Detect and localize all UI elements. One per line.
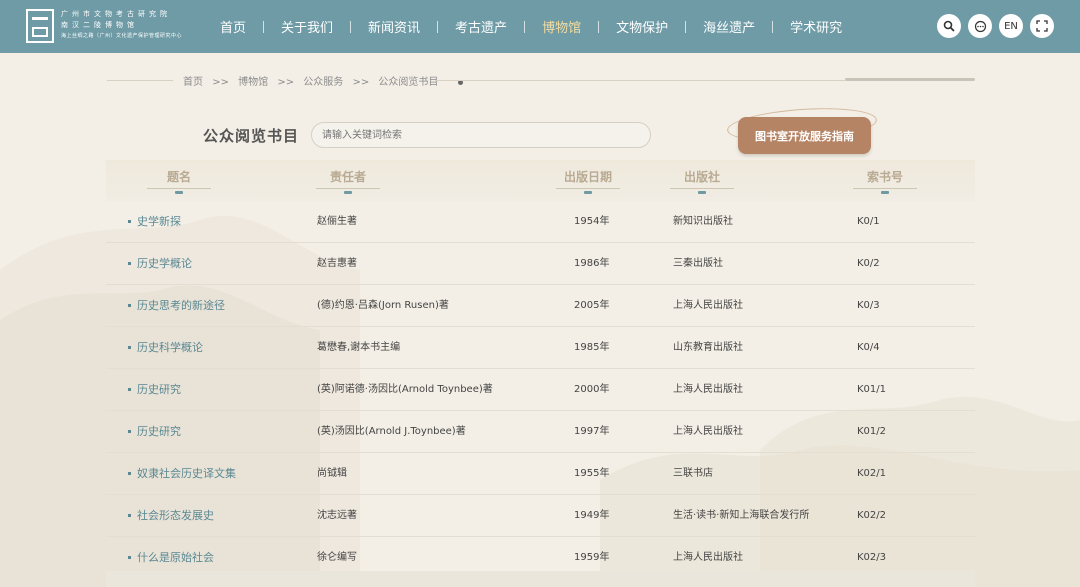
book-publisher: 山东教育出版社 xyxy=(673,342,743,353)
book-title-link[interactable]: 历史研究 xyxy=(128,411,181,452)
table-row: 历史研究 (英)汤因比(Arnold J.Toynbee)著 1997年 上海人… xyxy=(106,411,975,453)
column-header-author[interactable]: 责任者 xyxy=(316,168,380,194)
book-author: 赵俪生著 xyxy=(317,216,357,227)
column-header-label: 出版社 xyxy=(683,170,720,184)
main-nav: 首页 关于我们 新闻资讯 考古遗产 博物馆 文物保护 海丝遗产 学术研究 xyxy=(203,0,859,53)
breadcrumb: 首页 >> 博物馆 >> 公众服务 >> 公众阅览书目 xyxy=(183,73,469,88)
book-publisher: 生活·读书·新知上海联合发行所 xyxy=(673,510,810,521)
nav-item-news[interactable]: 新闻资讯 xyxy=(351,17,437,36)
search-icon[interactable] xyxy=(937,14,961,38)
book-title-link[interactable]: 社会形态发展史 xyxy=(128,495,214,536)
breadcrumb-home[interactable]: 首页 xyxy=(183,77,203,88)
table-row: 历史科学概论 葛懋春,谢本书主编 1985年 山东教育出版社 K0/4 xyxy=(106,327,975,369)
column-header-date[interactable]: 出版日期 xyxy=(556,168,620,194)
book-author: (德)约恩·吕森(Jorn Rusen)著 xyxy=(317,300,449,311)
nav-item-conservation[interactable]: 文物保护 xyxy=(599,17,685,36)
book-date: 1955年 xyxy=(574,468,610,479)
table-row: 历史思考的新途径 (德)约恩·吕森(Jorn Rusen)著 2005年 上海人… xyxy=(106,285,975,327)
library-guide-button[interactable]: 图书室开放服务指南 xyxy=(738,117,871,154)
table-row: 史学新探 赵俪生著 1954年 新知识出版社 K0/1 xyxy=(106,201,975,243)
breadcrumb-current: 公众阅览书目 xyxy=(378,77,439,88)
book-call-number: K01/1 xyxy=(857,384,887,395)
book-title-link[interactable]: 奴隶社会历史译文集 xyxy=(128,453,236,494)
nav-item-about[interactable]: 关于我们 xyxy=(264,17,350,36)
breadcrumb-museum[interactable]: 博物馆 xyxy=(238,77,268,88)
book-title-link[interactable]: 历史学概论 xyxy=(128,243,192,284)
book-publisher: 上海人民出版社 xyxy=(673,384,743,395)
breadcrumb-public-service[interactable]: 公众服务 xyxy=(303,77,343,88)
header-tools: EN xyxy=(937,14,1054,38)
column-header-label: 出版日期 xyxy=(563,170,612,184)
page-title: 公众阅览书目 xyxy=(203,127,300,145)
breadcrumb-sep: >> xyxy=(212,77,229,88)
column-header-label: 题名 xyxy=(166,170,191,184)
book-title-link[interactable]: 史学新探 xyxy=(128,201,181,242)
book-date: 1986年 xyxy=(574,258,610,269)
breadcrumb-sep: >> xyxy=(352,77,370,88)
book-call-number: K0/3 xyxy=(857,300,880,311)
book-call-number: K01/2 xyxy=(857,426,887,437)
table-row: 历史研究 (英)阿诺德·汤因比(Arnold Toynbee)著 2000年 上… xyxy=(106,369,975,411)
book-author: 尚钺辑 xyxy=(317,468,347,479)
book-date: 2000年 xyxy=(574,384,610,395)
book-call-number: K02/2 xyxy=(857,510,887,521)
breadcrumb-accent-bar xyxy=(845,78,975,81)
column-header-label: 索书号 xyxy=(866,170,903,184)
fullscreen-icon[interactable] xyxy=(1030,14,1054,38)
book-call-number: K0/2 xyxy=(857,258,880,269)
book-author: 葛懋春,谢本书主编 xyxy=(317,342,401,353)
search-input[interactable] xyxy=(311,122,651,148)
book-title-link[interactable]: 历史科学概论 xyxy=(128,327,203,368)
book-call-number: K02/1 xyxy=(857,468,887,479)
table-footer-bar xyxy=(106,571,975,587)
book-author: (英)汤因比(Arnold J.Toynbee)著 xyxy=(317,426,466,437)
book-date: 1949年 xyxy=(574,510,610,521)
book-call-number: K0/4 xyxy=(857,342,880,353)
chat-icon[interactable] xyxy=(968,14,992,38)
book-author: 沈志远著 xyxy=(317,510,357,521)
nav-item-museum[interactable]: 博物馆 xyxy=(525,17,598,36)
column-header-label: 责任者 xyxy=(329,170,366,184)
table-row: 奴隶社会历史译文集 尚钺辑 1955年 三联书店 K02/1 xyxy=(106,453,975,495)
breadcrumb-divider xyxy=(107,80,173,81)
table-row: 社会形态发展史 沈志远著 1949年 生活·读书·新知上海联合发行所 K02/2 xyxy=(106,495,975,537)
book-publisher: 上海人民出版社 xyxy=(673,300,743,311)
book-publisher: 上海人民出版社 xyxy=(673,426,743,437)
nav-item-research[interactable]: 学术研究 xyxy=(773,17,859,36)
book-author: 赵吉惠著 xyxy=(317,258,357,269)
book-publisher: 三联书店 xyxy=(673,468,713,479)
book-title-link[interactable]: 历史思考的新途径 xyxy=(128,285,225,326)
breadcrumb-divider xyxy=(435,80,845,81)
book-publisher: 新知识出版社 xyxy=(673,216,733,227)
book-date: 2005年 xyxy=(574,300,610,311)
site-header: 广州市文物考古研究院 南汉二陵博物馆 海上丝绸之路（广州）文化遗产保护管理研究中… xyxy=(0,0,1080,53)
table-row: 历史学概论 赵吉惠著 1986年 三秦出版社 K0/2 xyxy=(106,243,975,285)
nav-item-silk-road[interactable]: 海丝遗产 xyxy=(686,17,772,36)
table-header: 题名 责任者 出版日期 出版社 索书号 xyxy=(106,160,975,201)
book-publisher: 三秦出版社 xyxy=(673,258,723,269)
breadcrumb-sep: >> xyxy=(277,77,295,88)
logo-mark xyxy=(26,9,54,43)
nav-item-archaeology[interactable]: 考古遗产 xyxy=(438,17,524,36)
book-title-link[interactable]: 历史研究 xyxy=(128,369,181,410)
book-date: 1954年 xyxy=(574,216,610,227)
column-header-call-number[interactable]: 索书号 xyxy=(853,168,917,194)
site-logo[interactable]: 广州市文物考古研究院 南汉二陵博物馆 海上丝绸之路（广州）文化遗产保护管理研究中… xyxy=(26,9,216,45)
book-date: 1985年 xyxy=(574,342,610,353)
book-list: 史学新探 赵俪生著 1954年 新知识出版社 K0/1 历史学概论 赵吉惠著 1… xyxy=(106,201,975,578)
book-date: 1997年 xyxy=(574,426,610,437)
language-toggle[interactable]: EN xyxy=(999,14,1023,38)
column-header-title[interactable]: 题名 xyxy=(147,168,211,194)
nav-item-home[interactable]: 首页 xyxy=(203,17,263,36)
book-author: (英)阿诺德·汤因比(Arnold Toynbee)著 xyxy=(317,384,493,395)
column-header-publisher[interactable]: 出版社 xyxy=(670,168,734,194)
book-call-number: K0/1 xyxy=(857,216,880,227)
